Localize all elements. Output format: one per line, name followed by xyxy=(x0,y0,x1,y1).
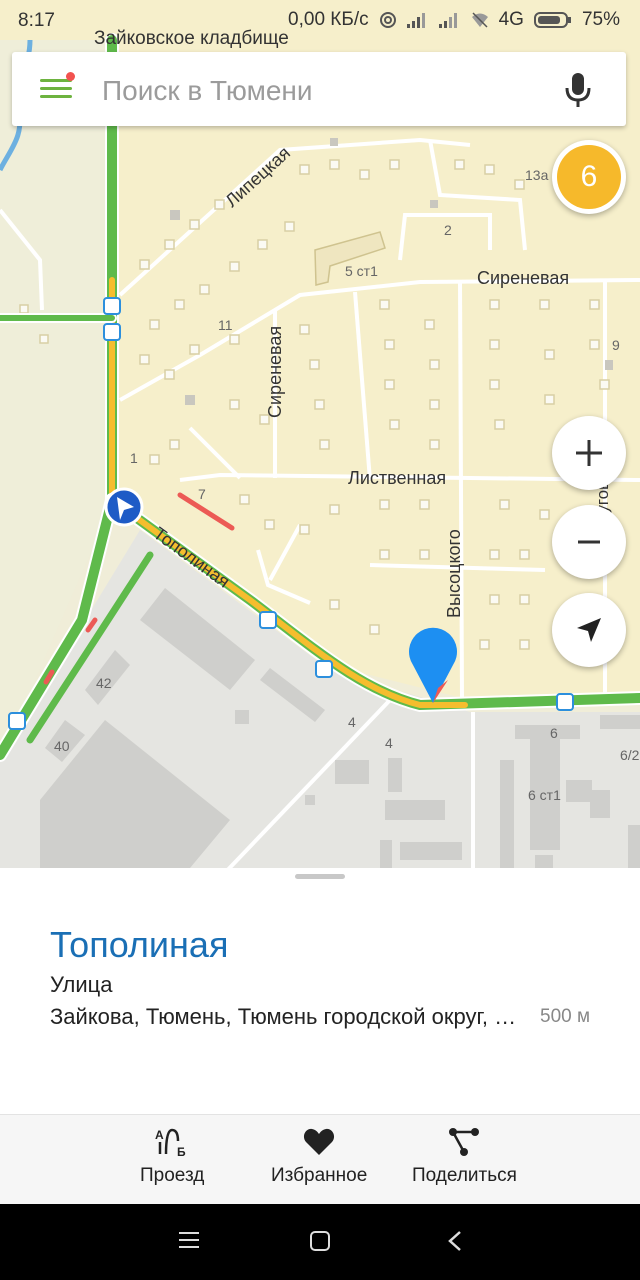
label-street-sirenevaya-horizontal: Сиреневая xyxy=(477,268,569,288)
microphone-icon[interactable] xyxy=(564,72,592,108)
system-nav-bar xyxy=(0,1204,640,1280)
minus-icon xyxy=(578,540,600,544)
home-square-icon[interactable] xyxy=(309,1230,331,1252)
status-indicators: 0,00 КБ/с 4G 75% xyxy=(288,9,620,31)
battery-icon xyxy=(533,12,571,28)
favorites-label: Избранное xyxy=(271,1165,368,1186)
network-type: 4G xyxy=(498,9,524,30)
label-house: 9 xyxy=(612,337,620,353)
cluster-badge[interactable]: 6 xyxy=(552,140,626,214)
battery-level: 75% xyxy=(581,9,620,30)
map-canvas[interactable]: Зайковское кладбище Липецкая Сиреневая С… xyxy=(0,0,640,880)
heart-icon xyxy=(304,1128,335,1155)
zoom-in-button[interactable] xyxy=(552,416,626,490)
label-house: 7 xyxy=(198,486,206,502)
favorites-button[interactable]: Избранное xyxy=(271,1127,367,1187)
label-house: 2 xyxy=(444,222,452,238)
signal-icon-2 xyxy=(438,13,457,28)
place-distance: 500 м xyxy=(540,1006,591,1027)
status-time: 8:17 xyxy=(18,10,55,31)
label-street-sirenevaya-vertical: Сиреневая xyxy=(265,326,285,418)
signal-icon xyxy=(406,13,425,28)
my-location-button[interactable] xyxy=(552,593,626,667)
label-house: 42 xyxy=(96,675,112,691)
menu-lines-icon[interactable] xyxy=(178,1230,200,1250)
route-button[interactable]: A Б Проезд xyxy=(140,1127,204,1187)
label-house: 1 xyxy=(130,450,138,466)
svg-text:A: A xyxy=(155,1128,164,1142)
navigation-arrow-icon xyxy=(577,618,601,642)
label-house: 4 xyxy=(348,714,356,730)
hotspot-icon xyxy=(379,12,396,28)
label-house: 40 xyxy=(54,738,70,754)
status-bar: 8:17 0,00 КБ/с 4G 75% xyxy=(0,0,640,40)
label-house: 13а xyxy=(525,167,549,183)
navigation-direction-icon xyxy=(104,487,144,527)
label-house: 6 ст1 xyxy=(528,787,561,803)
share-button[interactable]: Поделиться xyxy=(412,1127,517,1187)
share-icon xyxy=(449,1128,480,1156)
notification-dot xyxy=(66,72,75,81)
back-chevron-icon[interactable] xyxy=(446,1230,464,1252)
label-house: 5 ст1 xyxy=(345,263,378,279)
label-house: 6 xyxy=(550,725,558,741)
search-input[interactable] xyxy=(100,70,524,112)
plus-icon xyxy=(576,440,602,466)
label-house: 11 xyxy=(218,317,233,333)
svg-text:Б: Б xyxy=(177,1145,186,1157)
network-speed: 0,00 КБ/с xyxy=(288,9,369,30)
route-icon: A Б xyxy=(155,1128,186,1157)
label-house: 4 xyxy=(385,735,393,751)
drag-handle[interactable] xyxy=(295,874,345,879)
place-title: Тополиная xyxy=(50,924,229,965)
label-street-vysotskogo: Высоцкого xyxy=(444,529,464,618)
menu-icon[interactable] xyxy=(40,72,75,101)
action-bar: A Б Проезд Избранное Поделиться xyxy=(0,1114,640,1205)
wifi-off-icon xyxy=(471,12,488,28)
place-category: Улица xyxy=(50,972,113,997)
search-bar xyxy=(12,52,626,126)
place-card[interactable]: Тополиная Улица Зайкова, Тюмень, Тюмень … xyxy=(0,868,640,1114)
place-address: Зайкова, Тюмень, Тюмень городской округ,… xyxy=(50,1004,520,1029)
label-house: 6/2 xyxy=(620,747,640,763)
cluster-count: 6 xyxy=(557,145,621,209)
share-label: Поделиться xyxy=(412,1165,517,1186)
zoom-out-button[interactable] xyxy=(552,505,626,579)
label-street-listvennaya: Лиственная xyxy=(348,468,446,488)
route-label: Проезд xyxy=(140,1165,205,1186)
